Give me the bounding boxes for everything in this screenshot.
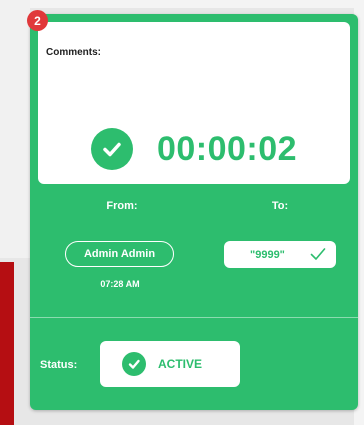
comments-timer-panel: Comments: 00:00:02	[38, 22, 350, 184]
from-user-pill[interactable]: Admin Admin	[65, 241, 174, 267]
call-card: Comments: 00:00:02 From: To: Admin Admin…	[30, 14, 358, 410]
comments-field[interactable]	[42, 60, 342, 110]
background-left	[0, 0, 30, 258]
to-value: "9999"	[250, 248, 285, 261]
divider	[30, 317, 358, 318]
timer-row: 00:00:02	[38, 124, 350, 174]
check-circle-icon	[90, 128, 133, 170]
to-label: To:	[271, 200, 289, 212]
to-field[interactable]: "9999"	[224, 241, 336, 268]
from-time: 07:28 AM	[100, 279, 140, 289]
background-red-strip	[0, 262, 14, 425]
status-active-button[interactable]: ACTIVE	[100, 341, 240, 387]
check-circle-icon	[122, 352, 146, 376]
status-value: ACTIVE	[158, 357, 203, 371]
from-label: From:	[106, 200, 138, 212]
elapsed-timer: 00:00:02	[156, 129, 298, 168]
comments-label: Comments:	[46, 47, 102, 58]
checkmark-icon	[310, 247, 326, 266]
status-label: Status:	[40, 359, 78, 371]
notification-badge: 2	[27, 10, 48, 31]
background-top	[0, 0, 364, 8]
